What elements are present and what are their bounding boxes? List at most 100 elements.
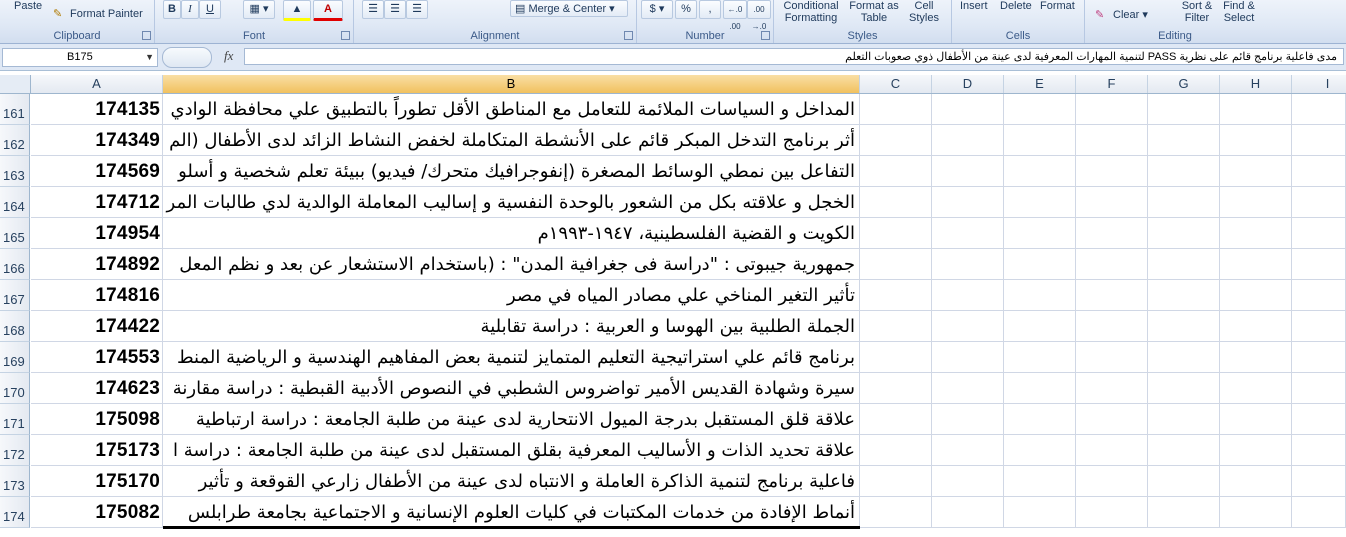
row-header[interactable]: 166 — [0, 249, 30, 280]
cell-empty[interactable] — [1076, 280, 1148, 311]
cell-empty[interactable] — [932, 373, 1004, 404]
cell-empty[interactable] — [860, 497, 932, 528]
cell-empty[interactable] — [1076, 311, 1148, 342]
cell-empty[interactable] — [1292, 280, 1346, 311]
format-button[interactable]: Format — [1040, 0, 1075, 12]
row-header[interactable]: 165 — [0, 218, 30, 249]
cell-empty[interactable] — [932, 404, 1004, 435]
cell-empty[interactable] — [1076, 249, 1148, 280]
cell-empty[interactable] — [1004, 404, 1076, 435]
cell-empty[interactable] — [1220, 466, 1292, 497]
formula-input[interactable]: مدى فاعلية برنامج قائم على نظرية PASS لت… — [244, 48, 1344, 65]
delete-button[interactable]: Delete — [1000, 0, 1032, 12]
cell-empty[interactable] — [1220, 94, 1292, 125]
sort-filter-button[interactable]: Sort & Filter — [1177, 0, 1217, 24]
number-launcher-icon[interactable] — [761, 31, 770, 40]
decrease-decimal-button[interactable]: .00 →.0 — [747, 0, 771, 31]
cell-empty[interactable] — [1292, 94, 1346, 125]
row-header[interactable]: 169 — [0, 342, 30, 373]
row-header[interactable]: 163 — [0, 156, 30, 187]
insert-function-icon[interactable]: fx — [224, 48, 233, 64]
cell-empty[interactable] — [1004, 249, 1076, 280]
cell-empty[interactable] — [1292, 218, 1346, 249]
cell-empty[interactable] — [1004, 497, 1076, 528]
cell-b[interactable]: الجملة الطلبية بين الهوسا و العربية : در… — [163, 311, 860, 342]
cell-a[interactable]: 175082 — [31, 497, 163, 528]
cell-empty[interactable] — [1292, 373, 1346, 404]
cell-empty[interactable] — [1220, 435, 1292, 466]
cell-a[interactable]: 174349 — [31, 125, 163, 156]
font-launcher-icon[interactable] — [341, 31, 350, 40]
cell-empty[interactable] — [1148, 373, 1220, 404]
column-header-c[interactable]: C — [860, 75, 932, 93]
cell-empty[interactable] — [1292, 156, 1346, 187]
row-header[interactable]: 161 — [0, 94, 30, 125]
cell-empty[interactable] — [860, 280, 932, 311]
cell-empty[interactable] — [1148, 311, 1220, 342]
cell-empty[interactable] — [1148, 218, 1220, 249]
column-header-e[interactable]: E — [1004, 75, 1076, 93]
row-header[interactable]: 174 — [0, 497, 30, 528]
cell-empty[interactable] — [1292, 249, 1346, 280]
fill-color-button[interactable]: ▲ — [283, 0, 311, 21]
cell-empty[interactable] — [1220, 373, 1292, 404]
row-header[interactable]: 164 — [0, 187, 30, 218]
cell-empty[interactable] — [1076, 373, 1148, 404]
clipboard-launcher-icon[interactable] — [142, 31, 151, 40]
cell-empty[interactable] — [860, 156, 932, 187]
cell-empty[interactable] — [1076, 156, 1148, 187]
format-painter-button[interactable]: Format Painter — [70, 8, 143, 20]
cell-empty[interactable] — [860, 435, 932, 466]
cell-empty[interactable] — [1292, 435, 1346, 466]
cell-empty[interactable] — [1148, 156, 1220, 187]
merge-center-button[interactable]: ▤ Merge & Center ▾ — [510, 0, 628, 17]
cell-empty[interactable] — [932, 342, 1004, 373]
cell-empty[interactable] — [1220, 404, 1292, 435]
cell-empty[interactable] — [860, 373, 932, 404]
align-left-button[interactable]: ☰ — [362, 0, 384, 19]
cell-empty[interactable] — [1292, 497, 1346, 528]
row-header[interactable]: 170 — [0, 373, 30, 404]
cell-a[interactable]: 175173 — [31, 435, 163, 466]
comma-button[interactable]: , — [699, 0, 721, 19]
column-header-g[interactable]: G — [1148, 75, 1220, 93]
cell-b[interactable]: علاقة تحديد الذات و الأساليب المعرفية بق… — [163, 435, 860, 466]
row-header[interactable]: 162 — [0, 125, 30, 156]
cell-empty[interactable] — [1148, 249, 1220, 280]
cell-empty[interactable] — [860, 311, 932, 342]
cell-empty[interactable] — [1220, 125, 1292, 156]
row-header[interactable]: 172 — [0, 435, 30, 466]
row-header[interactable]: 168 — [0, 311, 30, 342]
cell-empty[interactable] — [1004, 435, 1076, 466]
cell-empty[interactable] — [1220, 497, 1292, 528]
cell-empty[interactable] — [860, 94, 932, 125]
cell-empty[interactable] — [860, 342, 932, 373]
cell-empty[interactable] — [1292, 342, 1346, 373]
column-header-a[interactable]: A — [31, 75, 163, 93]
cell-empty[interactable] — [1076, 94, 1148, 125]
cell-empty[interactable] — [932, 156, 1004, 187]
cell-b[interactable]: فاعلية برنامج لتنمية الذاكرة العاملة و ا… — [163, 466, 860, 497]
cell-empty[interactable] — [1004, 94, 1076, 125]
increase-decimal-button[interactable]: ←.0 .00 — [723, 0, 747, 31]
cell-empty[interactable] — [1004, 342, 1076, 373]
cell-empty[interactable] — [1004, 466, 1076, 497]
cell-empty[interactable] — [1004, 280, 1076, 311]
cell-empty[interactable] — [1220, 218, 1292, 249]
cell-empty[interactable] — [1220, 311, 1292, 342]
cell-empty[interactable] — [1076, 187, 1148, 218]
cell-empty[interactable] — [1292, 187, 1346, 218]
cell-empty[interactable] — [1148, 342, 1220, 373]
cell-empty[interactable] — [1292, 125, 1346, 156]
cell-a[interactable]: 175170 — [31, 466, 163, 497]
cell-empty[interactable] — [1076, 404, 1148, 435]
underline-button[interactable]: U — [199, 0, 221, 19]
paste-button[interactable]: Paste — [14, 0, 42, 12]
cell-empty[interactable] — [1292, 311, 1346, 342]
cell-empty[interactable] — [932, 497, 1004, 528]
column-header-h[interactable]: H — [1220, 75, 1292, 93]
column-header-i[interactable]: I — [1292, 75, 1346, 93]
column-header-b[interactable]: B — [163, 75, 860, 93]
cell-empty[interactable] — [1004, 187, 1076, 218]
cell-empty[interactable] — [932, 280, 1004, 311]
